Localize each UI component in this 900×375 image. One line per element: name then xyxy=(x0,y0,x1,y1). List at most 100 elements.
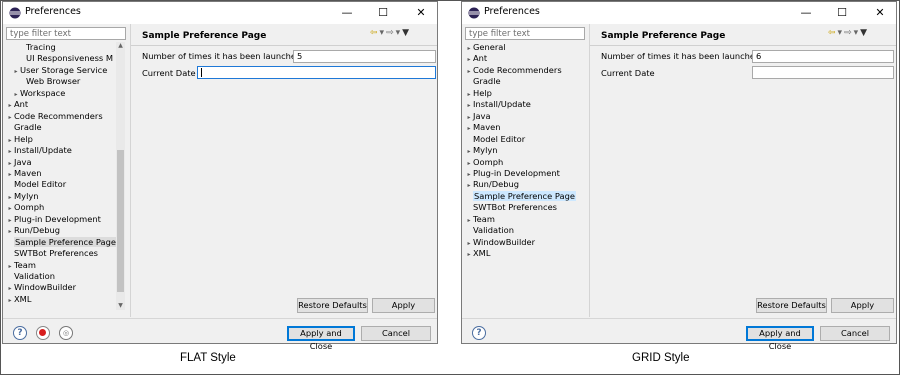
tree-item[interactable]: ▸ Plug-in Development xyxy=(465,168,559,180)
maximize-icon[interactable]: ☐ xyxy=(373,5,393,21)
expand-arrow-icon[interactable]: ▸ xyxy=(6,215,14,226)
forward-dropdown-icon[interactable]: ▾ xyxy=(854,28,859,38)
tree-item[interactable]: Validation xyxy=(465,225,514,236)
tree-item[interactable]: Gradle xyxy=(6,122,42,133)
expand-arrow-icon[interactable]: ▸ xyxy=(465,66,473,77)
close-icon[interactable]: ✕ xyxy=(870,5,890,21)
expand-arrow-icon[interactable]: ▸ xyxy=(12,66,20,77)
cancel-button[interactable]: Cancel xyxy=(820,326,890,341)
tree-item[interactable]: ▸ Mylyn xyxy=(6,191,38,202)
current-date-field[interactable] xyxy=(197,66,436,79)
expand-arrow-icon[interactable]: ▸ xyxy=(6,112,14,123)
expand-arrow-icon[interactable]: ▸ xyxy=(6,203,14,214)
help-icon[interactable]: ? xyxy=(13,326,27,340)
minimize-icon[interactable]: — xyxy=(796,5,816,21)
back-dropdown-icon[interactable]: ▾ xyxy=(838,28,843,38)
view-menu-icon[interactable]: ▼ xyxy=(860,28,867,38)
view-menu-icon[interactable]: ▼ xyxy=(402,28,409,38)
tree-item[interactable]: ▸ Oomph xyxy=(465,157,503,168)
expand-arrow-icon[interactable]: ▸ xyxy=(465,158,473,169)
expand-arrow-icon[interactable]: ▸ xyxy=(465,238,473,249)
expand-arrow-icon[interactable]: ▸ xyxy=(465,100,473,111)
expand-arrow-icon[interactable]: ▸ xyxy=(465,215,473,226)
back-dropdown-icon[interactable]: ▾ xyxy=(380,28,385,38)
expand-arrow-icon[interactable]: ▸ xyxy=(6,100,14,111)
apply-button[interactable]: Apply xyxy=(372,298,435,313)
tree-item[interactable]: UI Responsiveness M xyxy=(18,53,113,64)
tree-item[interactable]: ▸ WindowBuilder xyxy=(465,237,535,248)
restore-defaults-button[interactable]: Restore Defaults xyxy=(297,298,368,313)
tree-item[interactable]: ▸ XML xyxy=(465,248,490,259)
expand-arrow-icon[interactable]: ▸ xyxy=(465,180,473,191)
tree-item[interactable]: ▸ Plug-in Development xyxy=(6,214,100,226)
tree-item[interactable]: SWTBot Preferences xyxy=(6,248,98,259)
expand-arrow-icon[interactable]: ▸ xyxy=(465,89,473,100)
back-icon[interactable]: ⇦ xyxy=(828,28,836,38)
tree-item[interactable]: ▸ Ant xyxy=(465,53,487,64)
tree-item[interactable]: ▸ Team xyxy=(465,214,494,226)
tree-item[interactable]: Sample Preference Page xyxy=(6,236,117,248)
expand-arrow-icon[interactable]: ▸ xyxy=(465,123,473,134)
expand-arrow-icon[interactable]: ▸ xyxy=(6,295,14,306)
help-icon[interactable]: ? xyxy=(472,326,486,340)
record-icon[interactable] xyxy=(36,326,50,340)
scroll-up-icon[interactable]: ▲ xyxy=(116,42,125,50)
tree-item[interactable]: Web Browser xyxy=(18,76,80,87)
panel-divider[interactable] xyxy=(589,24,590,317)
tree-item[interactable]: ▸ Oomph xyxy=(6,202,44,213)
tree-item[interactable]: ▸ Code Recommenders xyxy=(6,111,102,123)
apply-and-close-button[interactable]: Apply and Close xyxy=(287,326,355,351)
tree-item[interactable]: ▸ Code Recommenders xyxy=(465,65,561,77)
tree-item[interactable]: ▸ Workspace xyxy=(12,88,65,99)
tree-item[interactable]: ▸ WindowBuilder xyxy=(6,282,76,293)
expand-arrow-icon[interactable]: ▸ xyxy=(6,261,14,272)
launch-count-field[interactable]: 6 xyxy=(752,50,894,63)
expand-arrow-icon[interactable]: ▸ xyxy=(465,169,473,180)
tree-item[interactable]: Tracing xyxy=(18,42,56,53)
expand-arrow-icon[interactable]: ▸ xyxy=(465,249,473,260)
tree-item[interactable]: Model Editor xyxy=(465,134,525,145)
tree-scrollbar[interactable]: ▲ ▼ xyxy=(116,42,125,310)
tree-item[interactable]: ▸ Run/Debug xyxy=(465,179,519,190)
tree-item[interactable]: SWTBot Preferences xyxy=(465,202,557,213)
expand-arrow-icon[interactable]: ▸ xyxy=(465,146,473,157)
expand-arrow-icon[interactable]: ▸ xyxy=(6,283,14,294)
expand-arrow-icon[interactable]: ▸ xyxy=(12,89,20,100)
current-date-field[interactable] xyxy=(752,66,894,79)
tree-item[interactable]: ▸ Java xyxy=(6,157,31,169)
tree-item[interactable]: ▸ User Storage Service xyxy=(12,65,107,76)
minimize-icon[interactable]: — xyxy=(337,5,357,21)
scroll-thumb[interactable] xyxy=(117,150,124,292)
tree-item[interactable]: Model Editor xyxy=(6,179,66,190)
tree-item[interactable]: ▸ Help xyxy=(6,134,32,146)
forward-dropdown-icon[interactable]: ▾ xyxy=(396,28,401,38)
scroll-down-icon[interactable]: ▼ xyxy=(116,302,125,310)
launch-count-field[interactable]: 5 xyxy=(293,50,436,63)
forward-icon[interactable]: ⇨ xyxy=(844,28,852,38)
tree-item[interactable]: ▸ Team xyxy=(6,260,35,272)
expand-arrow-icon[interactable]: ▸ xyxy=(465,43,473,54)
panel-divider[interactable] xyxy=(130,24,131,317)
apply-and-close-button[interactable]: Apply and Close xyxy=(746,326,814,351)
tree-item[interactable]: ▸ Run/Debug xyxy=(6,225,60,236)
tree-item[interactable]: Validation xyxy=(6,271,55,282)
tree-item[interactable]: Gradle xyxy=(465,76,501,87)
back-icon[interactable]: ⇦ xyxy=(370,28,378,38)
expand-arrow-icon[interactable]: ▸ xyxy=(6,158,14,169)
expand-arrow-icon[interactable]: ▸ xyxy=(6,169,14,180)
tree-item[interactable]: ▸ XML xyxy=(6,294,31,305)
tree-item[interactable]: ▸ Java xyxy=(465,111,490,123)
close-icon[interactable]: ✕ xyxy=(411,5,431,21)
maximize-icon[interactable]: ☐ xyxy=(832,5,852,21)
tree-item[interactable]: Sample Preference Page xyxy=(465,190,576,202)
filter-input[interactable]: type filter text xyxy=(465,27,585,40)
expand-arrow-icon[interactable]: ▸ xyxy=(465,112,473,123)
forward-icon[interactable]: ⇨ xyxy=(386,28,394,38)
restore-defaults-button[interactable]: Restore Defaults xyxy=(756,298,827,313)
tree-item[interactable]: ▸ Install/Update xyxy=(6,145,71,156)
tree-item[interactable]: ▸ Install/Update xyxy=(465,99,530,111)
import-preferences-icon[interactable]: ◎ xyxy=(59,326,73,340)
tree-item[interactable]: ▸ Help xyxy=(465,88,491,100)
expand-arrow-icon[interactable]: ▸ xyxy=(6,135,14,146)
expand-arrow-icon[interactable]: ▸ xyxy=(6,226,14,237)
